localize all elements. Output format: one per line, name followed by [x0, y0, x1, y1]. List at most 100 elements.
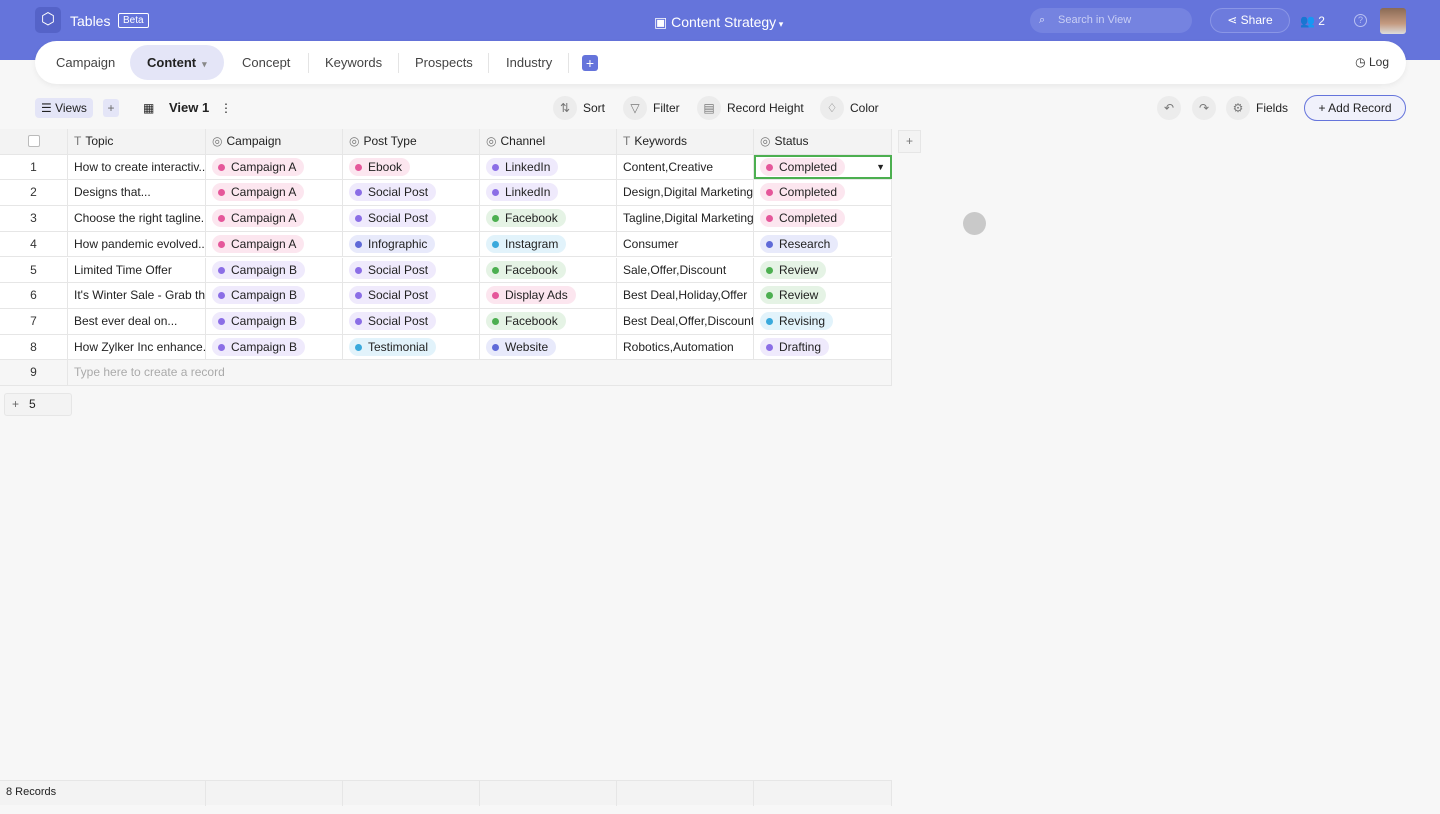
cell-post[interactable]: Social Post [343, 206, 480, 231]
share-button[interactable]: ⋖ Share [1210, 8, 1290, 33]
cell-topic[interactable]: It's Winter Sale - Grab th... [68, 283, 206, 308]
cell-channel[interactable]: Facebook [480, 257, 617, 283]
column-header-keywords[interactable]: T Keywords [617, 129, 754, 154]
table-row[interactable]: 2 Designs that... Campaign A Social Post Lin… [0, 180, 892, 207]
table-row[interactable]: 6 It's Winter Sale - Grab th... Campaign B… [0, 283, 892, 309]
cell-status[interactable]: Completed [754, 206, 892, 231]
cell-keywords[interactable]: Sale,Offer,Discount [617, 257, 754, 283]
dropdown-caret-icon[interactable]: ▼ [876, 155, 885, 180]
cell-status[interactable]: Completed ▼ [754, 154, 892, 180]
new-record-input[interactable]: Type here to create a record [68, 360, 892, 385]
cell-topic[interactable]: Designs that... [68, 180, 206, 206]
cell-status[interactable]: Review [754, 283, 892, 308]
cell-channel[interactable]: Website [480, 334, 617, 360]
cell-status[interactable]: Research [754, 231, 892, 257]
cell-campaign[interactable]: Campaign B [206, 283, 343, 308]
cell-post[interactable]: Social Post [343, 180, 480, 206]
cell-campaign[interactable]: Campaign B [206, 257, 343, 283]
cell-keywords[interactable]: Content,Creative [617, 154, 754, 180]
cell-keywords[interactable]: Best Deal,Holiday,Offer [617, 283, 754, 308]
cell-post[interactable]: Infographic [343, 231, 480, 257]
add-rows-control[interactable]: +5 [4, 393, 72, 416]
add-column-button[interactable]: + [898, 130, 921, 153]
cell-channel[interactable]: Display Ads [480, 283, 617, 308]
cell-campaign[interactable]: Campaign B [206, 308, 343, 334]
cell-keywords[interactable]: Design,Digital Marketing [617, 180, 754, 206]
color-button[interactable]: ♢ Color [820, 96, 879, 120]
add-view-button[interactable]: + [103, 99, 119, 117]
cell-topic[interactable]: Limited Time Offer [68, 257, 206, 283]
cell-keywords[interactable]: Consumer [617, 231, 754, 257]
tag-pill: Social Post [349, 260, 437, 279]
project-title[interactable]: ▣ Content Strategy ▾ [654, 14, 783, 31]
select-all-checkbox[interactable] [0, 129, 68, 154]
log-button[interactable]: ◷ Log [1355, 55, 1389, 69]
view-name[interactable]: View 1 [169, 96, 209, 120]
column-header-campaign[interactable]: ◎ Campaign [206, 129, 343, 154]
cell-topic[interactable]: How pandemic evolved... [68, 231, 206, 257]
cell-status[interactable]: Review [754, 257, 892, 283]
add-record-button[interactable]: + Add Record [1304, 95, 1406, 121]
cell-keywords[interactable]: Tagline,Digital Marketing [617, 206, 754, 231]
cell-post[interactable]: Ebook [343, 154, 480, 180]
table-row[interactable]: 3 Choose the right tagline... Campaign A So… [0, 206, 892, 232]
cell-channel[interactable]: LinkedIn [480, 180, 617, 206]
tab-campaign[interactable]: Campaign [56, 41, 115, 84]
undo-button[interactable]: ↶ [1157, 96, 1187, 120]
cell-status[interactable]: Revising [754, 308, 892, 334]
search-input[interactable]: ⌕ Search in View [1030, 8, 1192, 33]
filter-button[interactable]: ▽ Filter [623, 96, 680, 120]
table-row[interactable]: 7 Best ever deal on... Campaign B Social Po… [0, 308, 892, 335]
redo-button[interactable]: ↷ [1192, 96, 1222, 120]
fields-button[interactable]: ⚙ Fields [1226, 96, 1288, 120]
table-row[interactable]: 8 How Zylker Inc enhance... Campaign B Test… [0, 334, 892, 361]
cell-channel[interactable]: Facebook [480, 308, 617, 334]
tab-concept[interactable]: Concept [242, 41, 290, 84]
table-row[interactable]: 5 Limited Time Offer Campaign B Social Post… [0, 257, 892, 284]
new-record-row[interactable]: 9 Type here to create a record [0, 360, 892, 386]
column-header-channel[interactable]: ◎ Channel [480, 129, 617, 154]
tab-prospects[interactable]: Prospects [415, 41, 473, 84]
color-dot [492, 343, 499, 351]
select-field-icon: ◎ [212, 134, 223, 148]
cell-keywords[interactable]: Robotics,Automation [617, 334, 754, 360]
column-header-post-type[interactable]: ◎ Post Type [343, 129, 480, 154]
cell-topic[interactable]: How to create interactiv... [68, 154, 206, 180]
tag-pill: LinkedIn [486, 157, 559, 176]
cell-campaign[interactable]: Campaign A [206, 231, 343, 257]
cell-post[interactable]: Social Post [343, 283, 480, 308]
cell-status[interactable]: Completed [754, 180, 892, 206]
table-row[interactable]: 1 How to create interactiv... Campaign A Eb… [0, 154, 892, 181]
column-header-status[interactable]: ◎ Status [754, 129, 892, 154]
cell-topic[interactable]: Best ever deal on... [68, 308, 206, 334]
cell-post[interactable]: Social Post [343, 308, 480, 334]
cell-keywords[interactable]: Best Deal,Offer,Discount [617, 308, 754, 334]
cell-post[interactable]: Social Post [343, 257, 480, 283]
tab-industry[interactable]: Industry [506, 41, 552, 84]
cell-campaign[interactable]: Campaign A [206, 154, 343, 180]
cell-post[interactable]: Testimonial [343, 334, 480, 360]
help-icon[interactable]: ? [1354, 14, 1367, 27]
cell-channel[interactable]: Instagram [480, 231, 617, 257]
tab-keywords[interactable]: Keywords [325, 41, 382, 84]
cell-campaign[interactable]: Campaign A [206, 206, 343, 231]
footer-cell [617, 781, 754, 806]
sort-button[interactable]: ⇅ Sort [553, 96, 605, 120]
cell-channel[interactable]: Facebook [480, 206, 617, 231]
cell-campaign[interactable]: Campaign A [206, 180, 343, 206]
cell-status[interactable]: Drafting [754, 334, 892, 360]
collaborators-button[interactable]: 👥 2 [1300, 14, 1325, 28]
tag-pill: Research [760, 234, 839, 253]
table-row[interactable]: 4 How pandemic evolved... Campaign A Infogr… [0, 231, 892, 258]
views-button[interactable]: ☰ Views [35, 98, 93, 118]
cell-topic[interactable]: How Zylker Inc enhance... [68, 334, 206, 360]
add-table-button[interactable]: + [582, 55, 598, 71]
more-options-icon[interactable]: ⋮ [220, 96, 232, 120]
column-header-topic[interactable]: T Topic [68, 129, 206, 154]
cell-campaign[interactable]: Campaign B [206, 334, 343, 360]
avatar[interactable] [1380, 8, 1406, 34]
record-height-button[interactable]: ▤ Record Height [697, 96, 804, 120]
cell-topic[interactable]: Choose the right tagline... [68, 206, 206, 231]
cell-channel[interactable]: LinkedIn [480, 154, 617, 180]
tab-content[interactable]: Content ▾ [130, 45, 224, 80]
